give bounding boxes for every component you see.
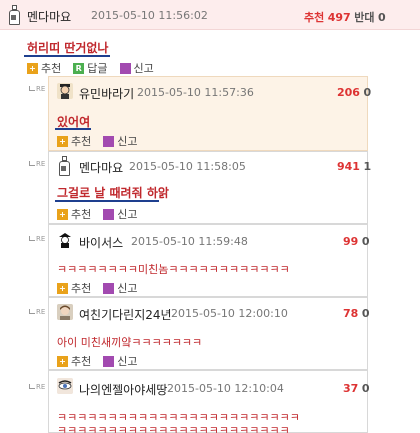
- reply-icon: R: [73, 62, 85, 74]
- vote-counts: 78 0: [343, 307, 370, 320]
- highlight-underline: [55, 200, 159, 202]
- highlight-underline: [24, 55, 110, 57]
- user-avatar[interactable]: [57, 304, 73, 320]
- comment-content-line2: ㅋㅋㅋㅋㅋㅋㅋㅋㅋㅋㅋㅋㅋㅋㅋㅋㅋㅋㅋㅋㅋㅋㅋ: [57, 424, 290, 433]
- plus-icon: +: [57, 282, 68, 294]
- vote-counts: 206 0: [337, 86, 372, 99]
- author-nickname[interactable]: 유민바라기: [79, 85, 134, 102]
- comment-date: 2015-05-10 12:00:10: [171, 307, 288, 320]
- author-nickname[interactable]: 바이서스: [79, 234, 123, 251]
- plus-icon: +: [57, 208, 68, 220]
- user-avatar[interactable]: [57, 232, 73, 248]
- comment-date: 2015-05-10 11:56:02: [91, 9, 208, 22]
- upvote-count: 497: [327, 11, 351, 24]
- report-button[interactable]: 신고: [103, 353, 138, 369]
- report-button[interactable]: 신고: [103, 206, 138, 222]
- user-avatar[interactable]: [57, 378, 73, 394]
- comment-content: ㅋㅋㅋㅋㅋㅋㅋㅋ미친놈ㅋㅋㅋㅋㅋㅋㅋㅋㅋㅋㅋㅋ: [57, 263, 290, 276]
- plus-icon: +: [57, 135, 68, 147]
- report-icon: [103, 355, 115, 367]
- comment-actions: + 추천 신고: [57, 280, 146, 296]
- report-icon: [119, 62, 131, 74]
- report-button[interactable]: 신고: [103, 280, 138, 296]
- comment-content: 그걸로 날 때려줘 하앍: [57, 186, 169, 200]
- report-icon: [103, 135, 115, 147]
- reply-indicator: RE: [29, 235, 45, 243]
- report-button[interactable]: 신고: [103, 133, 138, 149]
- downvote-count: 0: [377, 11, 386, 24]
- vote-counts: 941 1: [337, 160, 372, 173]
- comment-actions: + 추천 신고: [57, 353, 146, 369]
- comment-actions: + 추천 신고: [57, 133, 146, 149]
- author-nickname[interactable]: 나의엔젤아야세땅: [79, 381, 167, 398]
- plus-icon: +: [57, 355, 68, 367]
- bottle-icon: [9, 5, 20, 25]
- reply-comment: RE 나의엔젤아야세땅 2015-05-10 12:10:04 37 0 ㅋㅋㅋ…: [29, 370, 370, 433]
- reply-indicator: RE: [29, 308, 45, 316]
- reply-comment: RE 멘다마요 2015-05-10 11:58:05 941 1 그걸로 날 …: [29, 151, 372, 224]
- report-icon: [103, 208, 115, 220]
- plus-icon: +: [27, 62, 38, 74]
- comment-date: 2015-05-10 11:58:05: [129, 160, 246, 173]
- upvote-label: 추천: [304, 11, 325, 24]
- top-comment-header: 멘다마요 2015-05-10 11:56:02 추천 497 반대 0: [0, 0, 420, 30]
- recommend-button[interactable]: + 추천: [57, 353, 91, 369]
- recommend-button[interactable]: + 추천: [57, 280, 91, 296]
- reply-button[interactable]: R 답글: [73, 60, 108, 76]
- vote-counts: 99 0: [343, 235, 370, 248]
- reply-indicator: RE: [29, 160, 45, 168]
- author-nickname[interactable]: 멘다마요: [27, 8, 71, 25]
- report-icon: [103, 282, 115, 294]
- comment-actions: + 추천 신고: [57, 206, 146, 222]
- reply-indicator: RE: [29, 383, 45, 391]
- comment-date: 2015-05-10 11:57:36: [137, 86, 254, 99]
- highlight-underline: [55, 128, 91, 130]
- report-button[interactable]: 신고: [119, 60, 154, 76]
- vote-counts: 추천 497 반대 0: [304, 9, 386, 25]
- vote-counts: 37 0: [343, 382, 370, 395]
- comment-content: 아이 미친새끼얔ㅋㅋㅋㅋㅋㅋㅋ: [57, 336, 203, 349]
- bottle-icon: [59, 156, 70, 176]
- author-nickname[interactable]: 멘다마요: [79, 159, 123, 176]
- recommend-button[interactable]: + 추천: [57, 133, 91, 149]
- reply-comment: RE 여친기다린지24년 2015-05-10 12:00:10 78 0 아이…: [29, 297, 370, 370]
- downvote-label: 반대: [354, 11, 375, 24]
- recommend-button[interactable]: + 추천: [57, 206, 91, 222]
- comment-date: 2015-05-10 11:59:48: [131, 235, 248, 248]
- reply-comment: RE 바이서스 2015-05-10 11:59:48 99 0 ㅋㅋㅋㅋㅋㅋㅋ…: [29, 224, 370, 297]
- user-avatar[interactable]: [57, 83, 73, 99]
- author-nickname[interactable]: 여친기다린지24년: [79, 306, 172, 323]
- recommend-button[interactable]: + 추천: [27, 60, 61, 76]
- reply-indicator: RE: [29, 85, 45, 93]
- comment-date: 2015-05-10 12:10:04: [167, 382, 284, 395]
- comment-content: 허리띠 딴거없나: [27, 41, 109, 55]
- top-comment: 멘다마요 2015-05-10 11:56:02 추천 497 반대 0 허리띠…: [0, 0, 420, 82]
- reply-comment: RE 유민바라기 2015-05-10 11:57:36 206 0 있어여 +…: [29, 76, 372, 151]
- comment-actions: + 추천 R 답글 신고: [27, 60, 162, 76]
